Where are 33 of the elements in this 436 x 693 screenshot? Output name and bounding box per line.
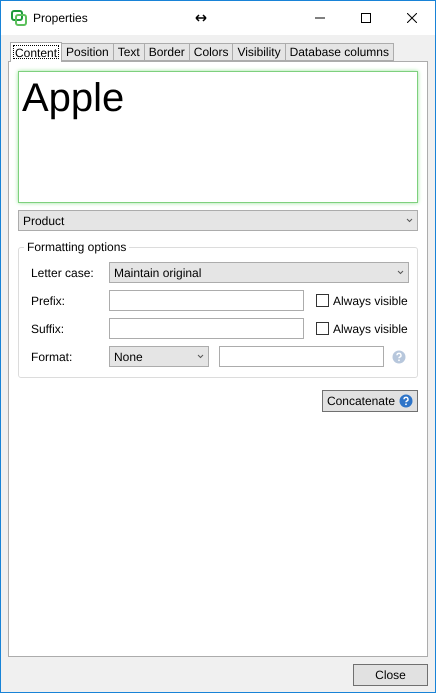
field-label: Letter case: xyxy=(31,266,95,280)
window-title: Properties xyxy=(33,11,89,25)
tab[interactable]: Visibility xyxy=(232,43,286,61)
field-label: Format: xyxy=(31,350,74,364)
suffix-input[interactable] xyxy=(109,318,304,339)
close-dialog-button[interactable]: Close xyxy=(353,664,428,686)
format-dropdown[interactable]: None xyxy=(109,346,209,367)
app-logo-icon xyxy=(11,10,27,26)
tab[interactable]: Border xyxy=(144,43,190,61)
always-visible-checkbox[interactable]: Always visible xyxy=(316,322,408,336)
chevron-icon xyxy=(406,218,413,223)
field-dropdown[interactable]: Product xyxy=(18,210,418,231)
tab[interactable]: Colors xyxy=(188,43,234,61)
always-visible-checkbox[interactable]: Always visible xyxy=(316,294,408,308)
resize-arrow-icon xyxy=(195,14,207,22)
close-icon xyxy=(407,13,417,23)
field-label: Prefix: xyxy=(31,294,66,308)
tab[interactable]: Position xyxy=(61,43,114,61)
help-icon xyxy=(399,394,413,408)
letter-case-dropdown[interactable]: Maintain original xyxy=(109,262,409,283)
chevron-icon xyxy=(197,354,204,359)
concatenate-button[interactable]: Concatenate xyxy=(322,390,418,412)
tab[interactable]: Content xyxy=(10,42,62,62)
text-preview: Apple xyxy=(18,71,418,203)
field-label: Suffix: xyxy=(31,322,66,336)
tab[interactable]: Text xyxy=(112,43,145,61)
maximize-icon xyxy=(361,13,371,23)
format-input[interactable] xyxy=(219,346,384,367)
help-icon xyxy=(392,350,406,364)
tab[interactable]: Database columns xyxy=(284,43,394,61)
prefix-input[interactable] xyxy=(109,290,304,311)
group-title: Formatting options xyxy=(24,240,130,254)
chevron-icon xyxy=(397,270,404,275)
